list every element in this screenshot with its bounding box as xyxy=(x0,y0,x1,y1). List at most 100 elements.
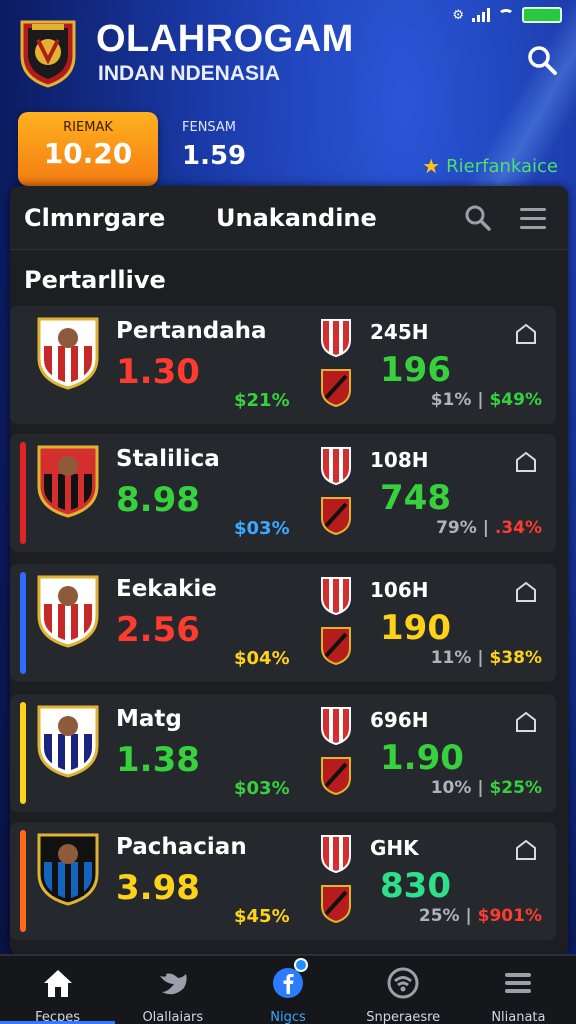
primary-stat-card[interactable]: RIEMAK 10.20 xyxy=(18,112,158,186)
bookmark-icon[interactable] xyxy=(514,322,538,346)
panel-search-icon[interactable] xyxy=(464,204,492,232)
search-icon[interactable] xyxy=(526,44,558,76)
team-crest-icon xyxy=(37,445,99,518)
nav-label: Nlianata xyxy=(491,1010,546,1024)
match-card[interactable]: Matg 1.38 $03% 696H 1.90 10% | $25% xyxy=(10,694,556,812)
club-logo xyxy=(20,20,76,88)
opponent-crest-icon xyxy=(321,835,351,874)
accent-stripe xyxy=(20,442,26,544)
nav-item-live[interactable]: Snperaesre xyxy=(346,956,461,1024)
change-b: $25% xyxy=(489,778,542,798)
change-a: 25% xyxy=(418,906,460,926)
hamburger-menu-icon[interactable] xyxy=(520,208,546,230)
featured-label: Rierfankaice xyxy=(446,155,558,177)
team-name: Pertandaha xyxy=(116,318,267,344)
match-volume: 108H xyxy=(370,448,429,472)
signal-icon xyxy=(387,967,419,999)
team-name: Stalilica xyxy=(116,446,220,472)
secondary-stat[interactable]: FENSAM 1.59 xyxy=(182,120,246,171)
match-card[interactable]: Pertandaha 1.30 $21% 245H 196 $1% | $49% xyxy=(10,306,556,424)
team-crest-icon xyxy=(37,317,99,390)
team-crest-icon xyxy=(37,705,99,778)
primary-stat-label: RIEMAK xyxy=(63,120,113,135)
team-odds: 1.38 xyxy=(116,740,200,780)
team-change: $45% xyxy=(234,906,290,927)
change-a: $1% xyxy=(430,390,472,410)
opponent-change: $1% | $49% xyxy=(430,390,542,410)
section-title: Pertarllive xyxy=(24,266,166,294)
change-a: 10% xyxy=(430,778,472,798)
match-card[interactable]: Stalilica 8.98 $03% 108H 748 79% | .34% xyxy=(10,434,556,552)
change-a: 11% xyxy=(430,648,472,668)
team-name: Pachacian xyxy=(116,834,247,860)
matches-panel: Clmnrgare Unakandine Pertarllive Pertand… xyxy=(10,186,568,956)
change-b: $38% xyxy=(489,648,542,668)
opponent-odds: 196 xyxy=(380,350,451,390)
nav-item-news[interactable]: Nigcs xyxy=(230,956,345,1024)
team-odds: 2.56 xyxy=(116,610,200,650)
accent-stripe xyxy=(20,314,26,416)
nav-item-menu[interactable]: Nlianata xyxy=(461,956,576,1024)
accent-stripe xyxy=(20,572,26,674)
home-icon xyxy=(43,970,72,997)
opponent-crest-icon xyxy=(321,757,351,796)
bird-icon xyxy=(159,973,187,995)
team-crest-icon xyxy=(37,833,99,906)
opponent-change: 79% | .34% xyxy=(436,518,542,538)
nav-label: Olallaiars xyxy=(142,1010,204,1024)
match-volume: 245H xyxy=(370,320,429,344)
bottom-navigation: Fecpes Olallaiars Nigcs Snperaesre Nlian… xyxy=(0,954,576,1024)
team-change: $03% xyxy=(234,778,290,799)
match-volume: 106H xyxy=(370,578,429,602)
team-odds: 8.98 xyxy=(116,480,200,520)
secondary-stat-label: FENSAM xyxy=(182,120,237,135)
opponent-odds: 1.90 xyxy=(380,738,464,778)
tab-second[interactable]: Unakandine xyxy=(216,204,377,232)
opponent-change: 11% | $38% xyxy=(430,648,542,668)
bookmark-icon[interactable] xyxy=(514,710,538,734)
opponent-crest-icon xyxy=(321,707,351,746)
team-change: $21% xyxy=(234,390,290,411)
opponent-odds: 830 xyxy=(380,866,451,906)
team-change: $04% xyxy=(234,648,290,669)
team-odds: 3.98 xyxy=(116,868,200,908)
secondary-stat-value: 1.59 xyxy=(182,141,247,171)
opponent-crest-icon xyxy=(321,497,351,536)
opponent-crest-icon xyxy=(321,319,351,358)
team-name: Eekakie xyxy=(116,576,217,602)
opponent-crest-icon xyxy=(321,369,351,408)
tab-bar: Clmnrgare Unakandine xyxy=(10,186,568,250)
notification-icon: ⚙ xyxy=(452,7,464,23)
tab-first[interactable]: Clmnrgare xyxy=(24,204,165,232)
team-name: Matg xyxy=(116,706,182,732)
change-a: 79% xyxy=(436,518,477,538)
team-crest-icon xyxy=(37,575,99,648)
opponent-odds: 190 xyxy=(380,608,451,648)
primary-stat-value: 10.20 xyxy=(43,137,133,170)
featured-link[interactable]: ★ Rierfankaice xyxy=(422,154,558,178)
bookmark-icon[interactable] xyxy=(514,838,538,862)
team-change: $03% xyxy=(234,518,290,539)
opponent-change: 10% | $25% xyxy=(430,778,542,798)
match-volume: GHK xyxy=(370,836,419,860)
app-subtitle: INDAN NDENASIA xyxy=(98,62,281,85)
accent-stripe xyxy=(20,702,26,804)
nav-label: Snperaesre xyxy=(366,1010,441,1024)
match-volume: 696H xyxy=(370,708,429,732)
match-card[interactable]: Pachacian 3.98 $45% GHK 830 25% | $901% xyxy=(10,822,556,940)
status-bar: ⚙ xyxy=(452,4,562,26)
menu-icon xyxy=(505,973,532,993)
team-odds: 1.30 xyxy=(116,352,200,392)
nav-label: Nigcs xyxy=(270,1010,306,1024)
star-icon: ★ xyxy=(422,154,441,178)
opponent-crest-icon xyxy=(321,447,351,486)
battery-icon xyxy=(522,7,562,23)
signal-icon xyxy=(472,8,490,22)
nav-item-social[interactable]: Olallaiars xyxy=(115,956,230,1024)
wifi-icon xyxy=(498,9,514,21)
nav-item-home[interactable]: Fecpes xyxy=(0,956,116,1024)
bookmark-icon[interactable] xyxy=(514,450,538,474)
bookmark-icon[interactable] xyxy=(514,580,538,604)
match-card[interactable]: Eekakie 2.56 $04% 106H 190 11% | $38% xyxy=(10,564,556,682)
change-b: .34% xyxy=(494,518,542,538)
